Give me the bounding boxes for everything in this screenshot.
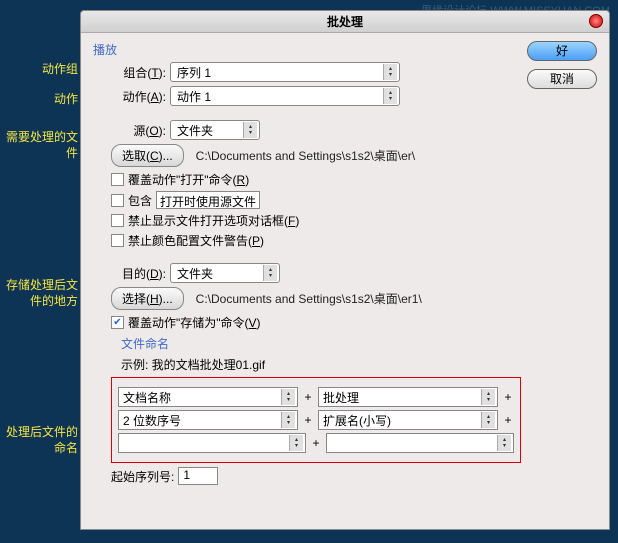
chevron-updown-icon: ▴▾	[481, 389, 495, 405]
titlebar: 批处理	[81, 11, 609, 33]
name-field-1[interactable]: 文档名称▴▾	[118, 387, 298, 407]
anno-source: 需要处理的文件	[2, 130, 78, 161]
dest-combo[interactable]: 文件夹 ▴▾	[170, 263, 280, 283]
name-field-2[interactable]: 批处理▴▾	[318, 387, 498, 407]
choose-dest-button[interactable]: 选择(H)...	[111, 287, 184, 310]
anno-set: 动作组	[42, 62, 78, 78]
plus-icon: +	[302, 390, 314, 404]
override-save-label: 覆盖动作"存储为"命令(V)	[128, 314, 261, 331]
chevron-updown-icon: ▴▾	[281, 389, 295, 405]
suppress-open-label: 禁止显示文件打开选项对话框(F)	[128, 212, 299, 229]
action-label: 动作(A):	[111, 88, 166, 105]
source-path: C:\Documents and Settings\s1s2\桌面\er\	[196, 147, 415, 164]
override-open-label: 覆盖动作"打开"命令(R)	[128, 171, 249, 188]
dest-path: C:\Documents and Settings\s1s2\桌面\er1\	[196, 290, 422, 307]
anno-dest: 存储处理后文件的地方	[2, 278, 78, 309]
chevron-updown-icon: ▴▾	[481, 412, 495, 428]
dialog-title: 批处理	[327, 15, 363, 29]
batch-dialog: 批处理 好 取消 播放 组合(T): 序列 1 ▴▾ 动作(A): 动作 1 ▴…	[80, 10, 610, 530]
name-field-5[interactable]: ▴▾	[118, 433, 306, 453]
override-save-checkbox[interactable]: ✔	[111, 316, 124, 329]
include-label: 包含	[128, 192, 152, 209]
start-serial-input[interactable]: 1	[178, 467, 218, 485]
play-section-label: 播放	[93, 41, 597, 58]
anno-naming: 处理后文件的命名	[2, 425, 78, 456]
override-open-checkbox[interactable]	[111, 173, 124, 186]
include-subfolders-checkbox[interactable]	[111, 194, 124, 207]
naming-grid: 文档名称▴▾ + 批处理▴▾ + 2 位数序号▴▾ + 扩展名(小写)▴▾ + …	[111, 377, 521, 463]
source-combo[interactable]: 文件夹 ▴▾	[170, 120, 260, 140]
source-label: 源(O):	[111, 122, 166, 139]
include-hint: 打开时使用源文件	[156, 191, 260, 209]
naming-example: 示例: 我的文档批处理01.gif	[121, 356, 597, 373]
suppress-color-checkbox[interactable]	[111, 234, 124, 247]
set-label: 组合(T):	[111, 64, 166, 81]
chevron-updown-icon: ▴▾	[281, 412, 295, 428]
plus-icon: +	[302, 413, 314, 427]
dest-label: 目的(D):	[111, 265, 166, 282]
name-field-4[interactable]: 扩展名(小写)▴▾	[318, 410, 498, 430]
chevron-updown-icon: ▴▾	[243, 122, 257, 138]
name-field-3[interactable]: 2 位数序号▴▾	[118, 410, 298, 430]
ok-button[interactable]: 好	[527, 41, 597, 61]
cancel-button[interactable]: 取消	[527, 69, 597, 89]
chevron-updown-icon: ▴▾	[383, 88, 397, 104]
close-icon[interactable]	[589, 14, 603, 28]
plus-icon: +	[502, 413, 514, 427]
chevron-updown-icon: ▴▾	[497, 435, 511, 451]
suppress-open-dialog-checkbox[interactable]	[111, 214, 124, 227]
naming-section-label: 文件命名	[121, 335, 597, 352]
plus-icon: +	[310, 436, 322, 450]
chevron-updown-icon: ▴▾	[383, 64, 397, 80]
choose-source-button[interactable]: 选取(C)...	[111, 144, 184, 167]
plus-icon: +	[502, 390, 514, 404]
set-combo[interactable]: 序列 1 ▴▾	[170, 62, 400, 82]
name-field-6[interactable]: ▴▾	[326, 433, 514, 453]
action-combo[interactable]: 动作 1 ▴▾	[170, 86, 400, 106]
start-serial-label: 起始序列号:	[111, 468, 174, 485]
suppress-color-label: 禁止颜色配置文件警告(P)	[128, 232, 264, 249]
anno-action: 动作	[54, 92, 78, 108]
chevron-updown-icon: ▴▾	[263, 265, 277, 281]
chevron-updown-icon: ▴▾	[289, 435, 303, 451]
